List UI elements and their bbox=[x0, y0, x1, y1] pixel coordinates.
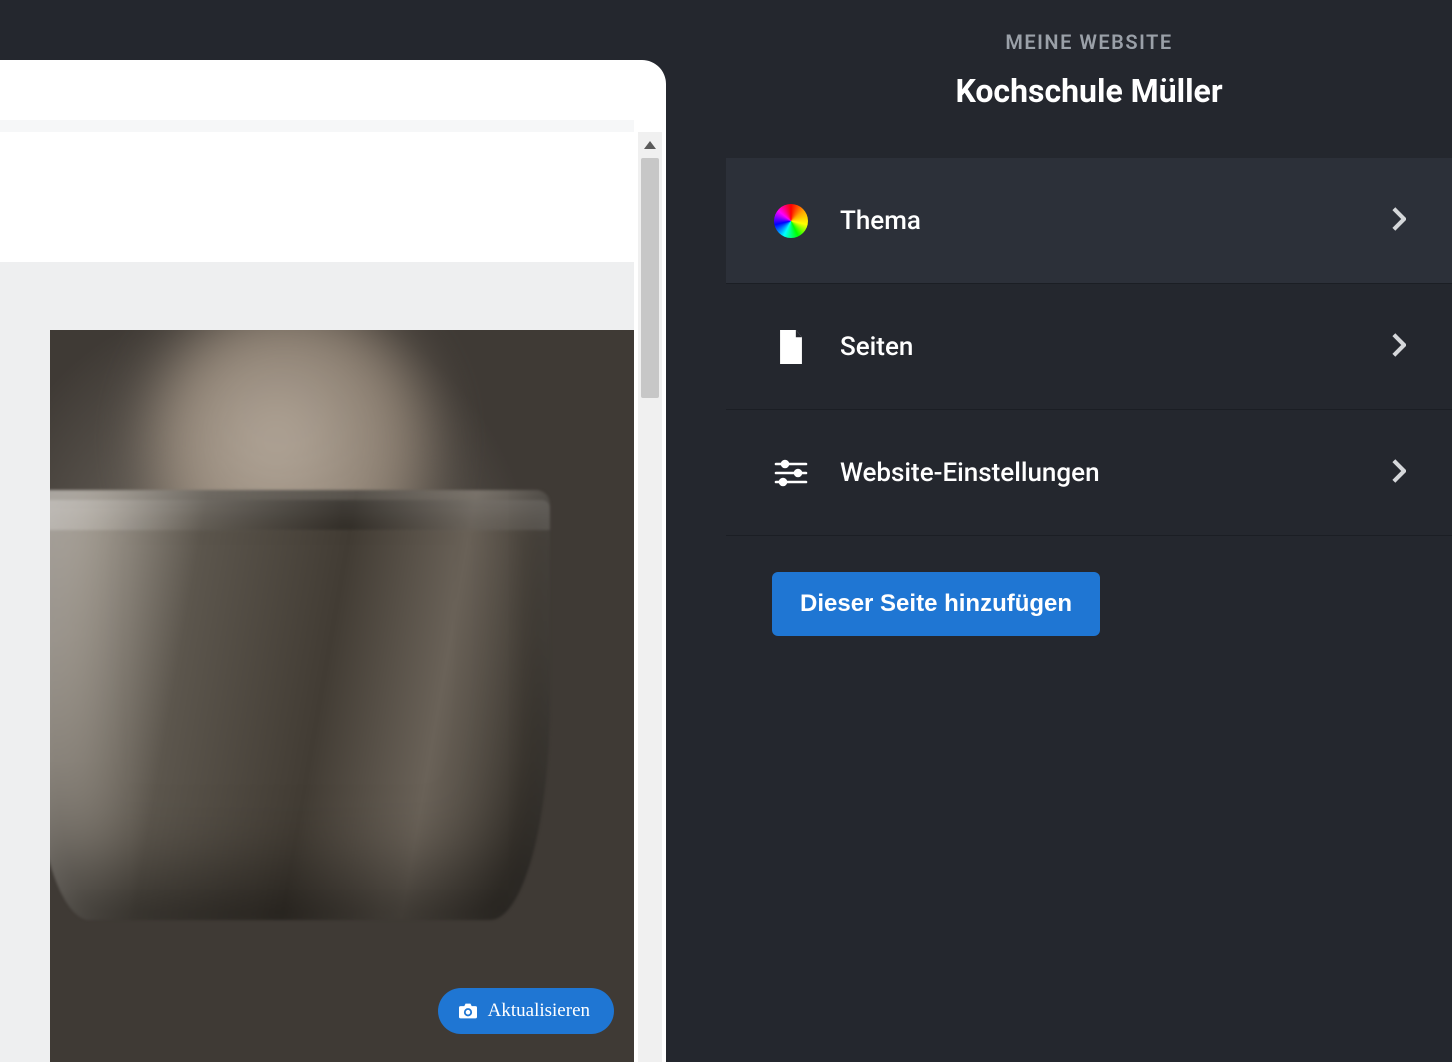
preview-inner: Aktualisieren bbox=[0, 60, 634, 1062]
menu-label-theme: Thema bbox=[840, 206, 1362, 236]
color-wheel-icon bbox=[772, 202, 810, 240]
preview-scrollbar[interactable] bbox=[638, 132, 662, 1062]
preview-card: Aktualisieren bbox=[0, 60, 666, 1062]
chevron-right-icon bbox=[1392, 333, 1406, 361]
scroll-thumb[interactable] bbox=[641, 158, 659, 398]
menu-item-pages[interactable]: Seiten bbox=[726, 284, 1452, 410]
hero-pot-shape bbox=[50, 490, 550, 920]
editor-sidebar: MEINE WEBSITE Kochschule Müller Thema Se… bbox=[726, 0, 1452, 1062]
sidebar-header: MEINE WEBSITE Kochschule Müller bbox=[726, 0, 1452, 158]
add-section: Dieser Seite hinzufügen bbox=[726, 536, 1452, 672]
update-image-label: Aktualisieren bbox=[488, 1000, 590, 1022]
preview-area: Aktualisieren bbox=[0, 0, 726, 1062]
scroll-up-button[interactable] bbox=[638, 132, 662, 158]
sidebar-menu: Thema Seiten Website-Einstellung bbox=[726, 158, 1452, 536]
camera-icon bbox=[458, 1002, 478, 1020]
menu-item-settings[interactable]: Website-Einstellungen bbox=[726, 410, 1452, 536]
sidebar-eyebrow: MEINE WEBSITE bbox=[766, 30, 1412, 54]
menu-item-theme[interactable]: Thema bbox=[726, 158, 1452, 284]
menu-label-pages: Seiten bbox=[840, 332, 1362, 362]
menu-label-settings: Website-Einstellungen bbox=[840, 458, 1362, 488]
preview-grey-band: Aktualisieren bbox=[0, 262, 634, 1062]
sliders-icon bbox=[772, 454, 810, 492]
preview-header-strip bbox=[0, 120, 634, 132]
site-title: Kochschule Müller bbox=[766, 72, 1412, 110]
add-to-page-button[interactable]: Dieser Seite hinzufügen bbox=[772, 572, 1100, 636]
chevron-right-icon bbox=[1392, 207, 1406, 235]
chevron-right-icon bbox=[1392, 459, 1406, 487]
preview-content: Aktualisieren bbox=[0, 132, 634, 1062]
hero-image[interactable]: Aktualisieren bbox=[50, 330, 634, 1062]
update-image-button[interactable]: Aktualisieren bbox=[438, 988, 614, 1034]
page-icon bbox=[772, 328, 810, 366]
